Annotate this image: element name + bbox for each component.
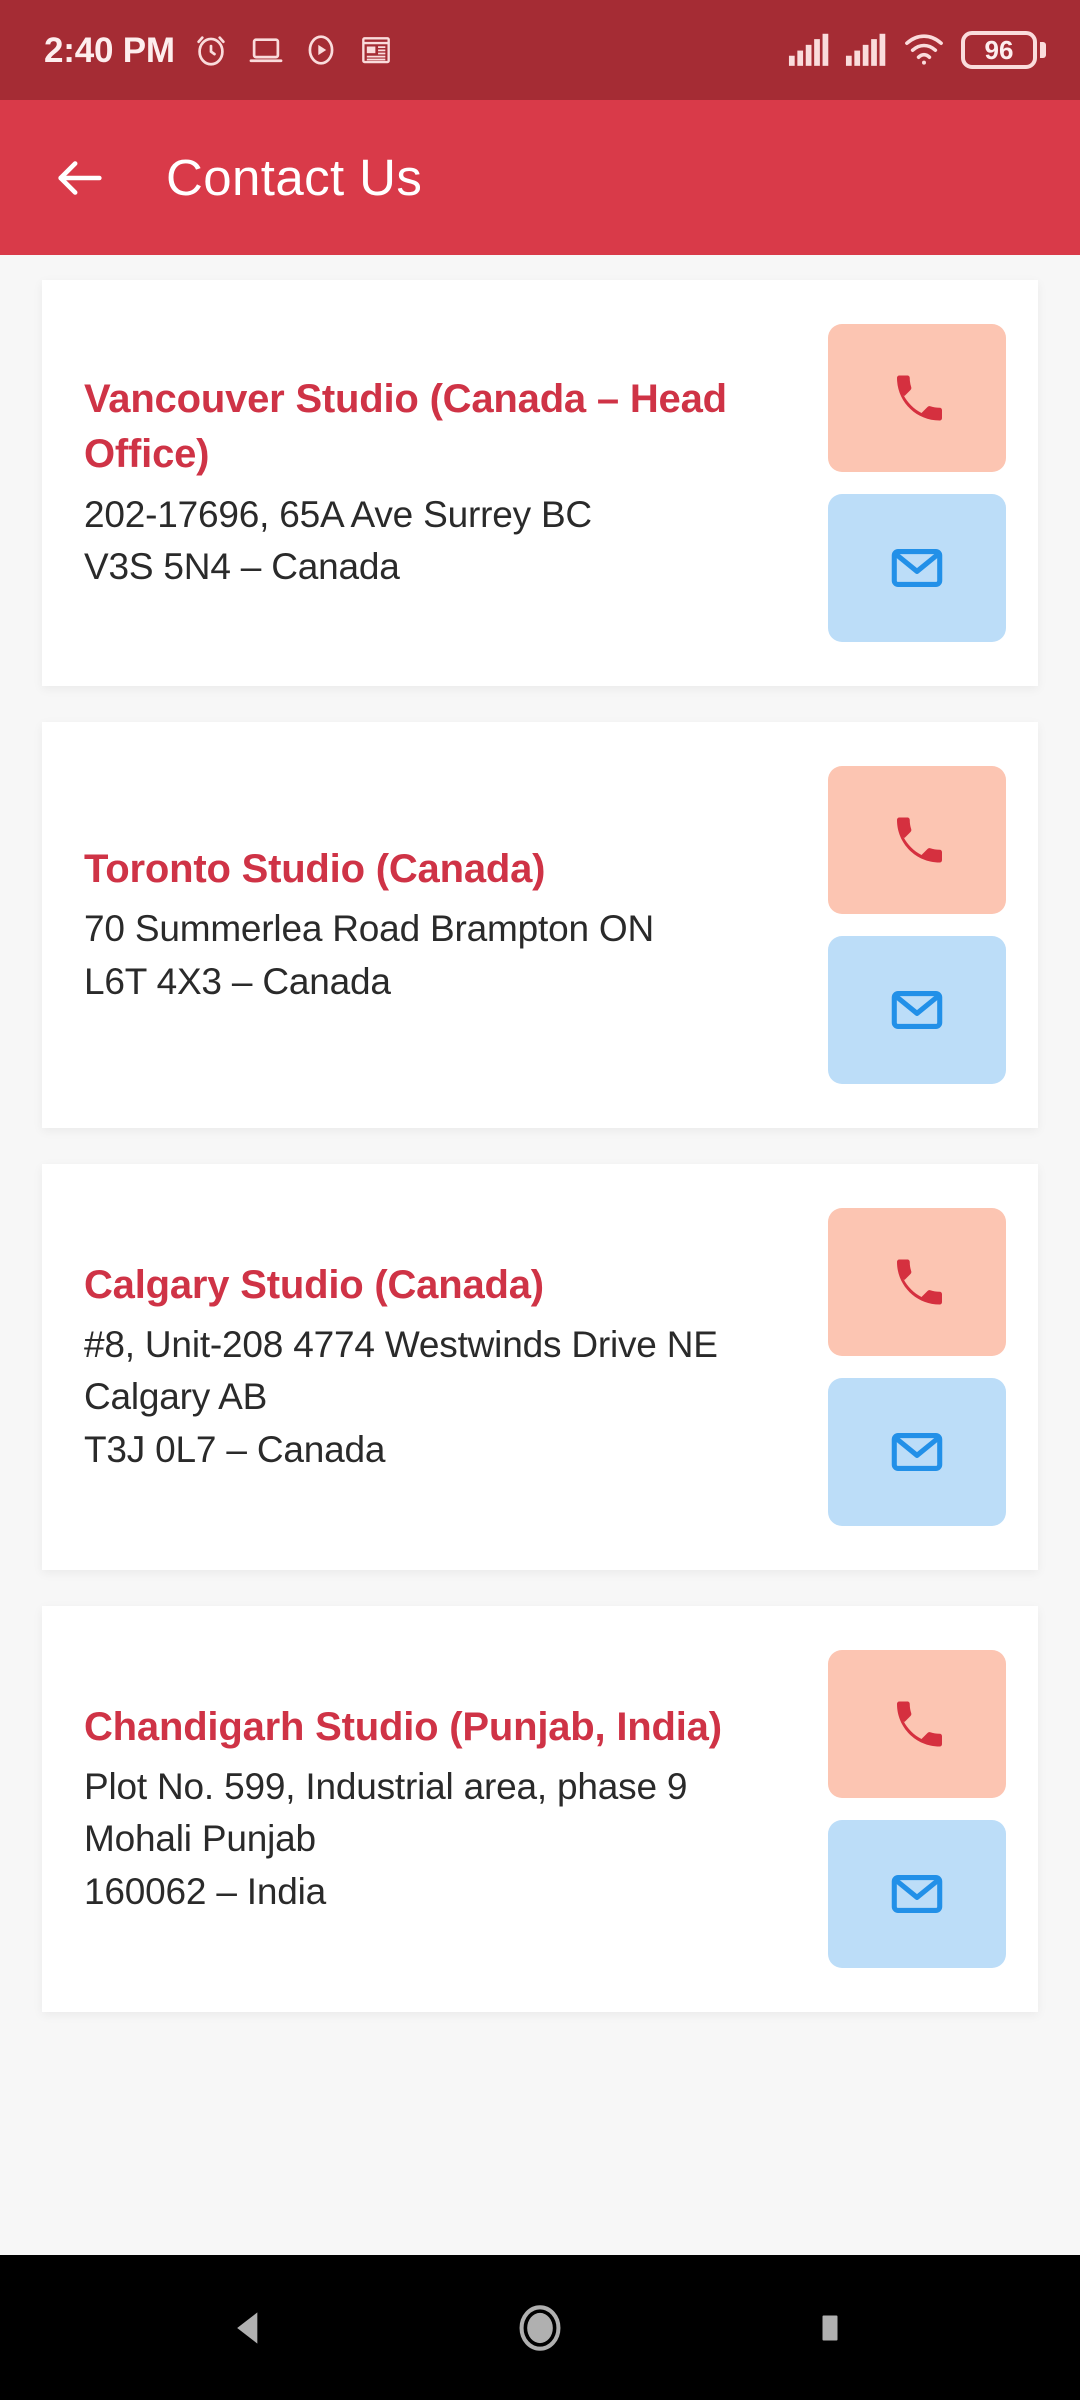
mail-icon [891,991,943,1029]
signal-bars-sim2-icon [845,33,886,66]
contact-card[interactable]: Calgary Studio (Canada) #8, Unit-208 477… [42,1164,1038,1570]
contact-address-line: Plot No. 599, Industrial area, phase 9 [84,1765,688,1807]
contacts-list[interactable]: Vancouver Studio (Canada – Head Office) … [0,255,1080,2255]
contact-actions [828,1650,1006,1968]
call-icon [897,1701,942,1747]
mail-button[interactable] [828,494,1006,642]
contact-actions [828,324,1006,642]
contact-address-line: 70 Summerlea Road Brampton ON [84,908,655,950]
contact-actions [828,1208,1006,1526]
contact-title: Chandigarh Studio (Punjab, India) [84,1704,722,1749]
wifi-icon [905,34,943,65]
back-button[interactable] [50,148,110,208]
call-button[interactable] [828,324,1006,472]
status-bar-clock: 2:40 PM [44,30,175,70]
contact-address-line: 160062 – India [84,1870,327,1912]
contact-address-line: Calgary AB [84,1376,268,1418]
mail-button[interactable] [828,936,1006,1084]
nav-recents-button[interactable] [785,2283,875,2373]
contact-card[interactable]: Chandigarh Studio (Punjab, India) Plot N… [42,1606,1038,2012]
call-icon [897,817,942,863]
mail-button[interactable] [828,1820,1006,1968]
nav-back-button[interactable] [205,2283,295,2373]
app-bar: Contact Us [0,100,1080,255]
contact-details: Toronto Studio (Canada) 70 Summerlea Roa… [84,842,828,1008]
contact-address-line: #8, Unit-208 4774 Westwinds Drive NE [84,1323,718,1365]
square-recents-icon [822,2315,838,2340]
contact-address-line: L6T 4X3 – Canada [84,960,391,1002]
signal-bars-sim1-icon [788,33,829,66]
battery-percent-label: 96 [984,35,1014,65]
contact-title: Toronto Studio (Canada) [84,846,546,891]
status-bar-right: 96 [788,31,1046,69]
call-button[interactable] [828,1208,1006,1356]
mail-icon [891,1875,943,1913]
circle-home-icon [519,2304,561,2351]
status-bar: 2:40 PM 96 [0,0,1080,100]
news-icon [362,37,390,64]
contact-actions [828,766,1006,1084]
contact-address-line: Mohali Punjab [84,1818,316,1860]
contact-details: Calgary Studio (Canada) #8, Unit-208 477… [84,1258,828,1477]
contact-address-line: V3S 5N4 – Canada [84,546,400,588]
contact-title: Vancouver Studio (Canada – Head Office) [84,377,727,477]
mail-button[interactable] [828,1378,1006,1526]
call-icon [897,1259,942,1305]
play-circle-icon [308,35,334,65]
alarm-clock-icon [197,36,225,66]
call-button[interactable] [828,766,1006,914]
triangle-back-icon [237,2311,258,2344]
page-title: Contact Us [166,149,423,206]
contact-card[interactable]: Toronto Studio (Canada) 70 Summerlea Roa… [42,722,1038,1128]
status-bar-left: 2:40 PM [44,31,395,69]
nav-home-button[interactable] [495,2283,585,2373]
battery-icon: 96 [961,31,1046,69]
android-nav-bar [0,2255,1080,2400]
mail-icon [891,1433,943,1471]
arrow-left-icon [58,160,102,195]
contact-address-line: 202-17696, 65A Ave Surrey BC [84,493,592,535]
contact-title: Calgary Studio (Canada) [84,1262,544,1307]
call-button[interactable] [828,1650,1006,1798]
contact-details: Chandigarh Studio (Punjab, India) Plot N… [84,1700,828,1919]
contact-address-line: T3J 0L7 – Canada [84,1428,386,1470]
contact-card[interactable]: Vancouver Studio (Canada – Head Office) … [42,280,1038,686]
call-icon [897,375,942,421]
mail-icon [891,549,943,587]
contact-details: Vancouver Studio (Canada – Head Office) … [84,372,828,593]
screencast-icon [249,38,283,63]
phone-screen: 2:40 PM 96 Contact Us Vancouver Studio (… [0,0,1080,2400]
